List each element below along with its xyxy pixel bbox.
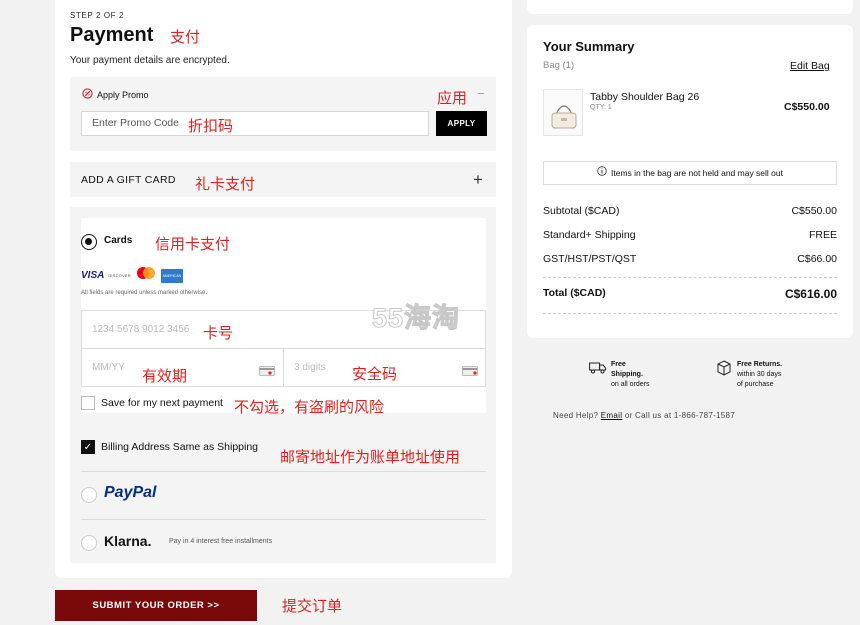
divider: [81, 519, 486, 520]
stock-notice: Items in the bag are not held and may se…: [543, 161, 837, 185]
paypal-logo: PayPal: [104, 484, 156, 502]
cards-radio[interactable]: [81, 234, 97, 250]
discover-logo: DISCOVER: [108, 273, 131, 278]
expand-gift-card-icon[interactable]: +: [473, 170, 483, 190]
page-title: Payment: [70, 24, 154, 46]
free-returns-perk: Free Returns. within 30 days of purchase: [737, 360, 782, 390]
row-value: C$550.00: [791, 205, 837, 217]
summary-row-tax: GST/HST/PST/QST C$66.00: [543, 253, 837, 265]
step-indicator: STEP 2 OF 2: [70, 11, 125, 20]
summary-divider: [543, 313, 837, 314]
card-date-icon: [259, 363, 275, 381]
billing-same-label: Billing Address Same as Shipping: [101, 441, 259, 453]
save-card-checkbox[interactable]: [81, 396, 95, 410]
perk-title: Free: [611, 361, 626, 368]
help-line: Need Help? Email or Call us at 1-866-787…: [553, 411, 735, 420]
watermark: 55海淘: [371, 303, 461, 334]
row-value: FREE: [808, 229, 837, 241]
top-right-card: [527, 0, 853, 14]
promo-header[interactable]: Apply Promo: [82, 88, 149, 101]
annotation-payment: 支付: [170, 28, 201, 46]
gift-card-label: ADD A GIFT CARD: [81, 174, 176, 186]
email-link[interactable]: Email: [601, 411, 623, 420]
summary-row-total: Total ($CAD) C$616.00: [543, 287, 837, 301]
paypal-label: PayPal: [104, 484, 157, 501]
mastercard-logo: [135, 266, 157, 285]
stock-notice-text: Items in the bag are not held and may se…: [611, 168, 783, 178]
card-brand-logos: VISA DISCOVER AMERICAN EXPRESS: [81, 266, 183, 292]
promo-code-input[interactable]: Enter Promo Code: [81, 111, 429, 136]
bag-count: Bag (1): [543, 60, 575, 71]
help-suffix: or Call us at 1-866-787-1587: [622, 411, 736, 420]
help-prefix: Need Help?: [553, 411, 601, 420]
box-icon: [716, 360, 732, 381]
row-value: C$66.00: [797, 253, 837, 265]
perk-note: on all orders: [611, 381, 650, 388]
cards-label: Cards: [104, 235, 133, 246]
summary-divider: [543, 277, 837, 278]
save-card-label: Save for my next payment: [101, 397, 223, 409]
billing-same-checkbox[interactable]: ✓: [81, 440, 95, 454]
klarna-radio[interactable]: [81, 535, 97, 551]
annotation-gift-card: 礼卡支付: [195, 175, 256, 193]
encryption-note: Your payment details are encrypted.: [70, 55, 230, 66]
annotation-card-number: 卡号: [203, 324, 234, 342]
perk-line: within 30 days: [737, 371, 782, 378]
required-fields-note: All fields are required unless marked ot…: [81, 290, 208, 296]
edit-bag-link[interactable]: Edit Bag: [790, 60, 830, 72]
amex-logo: AMERICAN EXPRESS: [160, 268, 183, 292]
annotation-cvv: 安全码: [352, 365, 398, 383]
annotation-expiry: 有效期: [142, 367, 188, 385]
product-thumbnail[interactable]: [543, 89, 583, 136]
klarna-logo: Klarna.: [104, 533, 152, 549]
apply-promo-button[interactable]: APPLY: [436, 111, 487, 136]
promo-label: Apply Promo: [97, 89, 149, 100]
divider: [81, 471, 486, 472]
row-label: GST/HST/PST/QST: [543, 253, 637, 265]
info-icon: [597, 162, 607, 184]
submit-order-button[interactable]: SUBMIT YOUR ORDER >>: [55, 590, 257, 621]
annotation-billing: 邮寄地址作为账单地址使用: [280, 448, 461, 466]
perk-title: Free Returns.: [737, 361, 783, 368]
klarna-note: Pay in 4 interest free installments: [169, 538, 273, 545]
truck-icon: [589, 361, 607, 379]
annotation-credit-card: 信用卡支付: [155, 235, 231, 253]
summary-title: Your Summary: [543, 39, 635, 54]
collapse-promo-icon[interactable]: −: [477, 86, 485, 101]
annotation-apply: 应用: [437, 89, 468, 107]
summary-row-subtotal: Subtotal ($CAD) C$550.00: [543, 205, 837, 217]
annotation-promo-code: 折扣码: [188, 117, 234, 135]
product-name[interactable]: Tabby Shoulder Bag 26: [590, 91, 699, 103]
perk-title-2: Shipping.: [611, 371, 643, 378]
promo-tag-icon: [82, 88, 93, 101]
product-price: C$550.00: [784, 101, 830, 113]
card-cvv-icon: [462, 363, 478, 381]
annotation-save-warning: 不勾选，有盗刷的风险: [234, 398, 385, 416]
row-label: Subtotal ($CAD): [543, 205, 620, 217]
annotation-submit: 提交订单: [282, 597, 343, 615]
billing-same-row[interactable]: ✓ Billing Address Same as Shipping: [81, 440, 258, 454]
total-label: Total ($CAD): [543, 287, 606, 299]
save-card-row[interactable]: Save for my next payment: [81, 396, 223, 410]
product-qty: QTY: 1: [590, 104, 612, 111]
visa-logo: VISA: [81, 270, 105, 281]
perk-line: of purchase: [737, 381, 774, 388]
total-value: C$616.00: [784, 287, 837, 301]
row-label: Standard+ Shipping: [543, 229, 636, 241]
summary-row-shipping: Standard+ Shipping FREE: [543, 229, 837, 241]
paypal-radio[interactable]: [81, 487, 97, 503]
free-shipping-perk: Free Shipping. on all orders: [611, 360, 650, 390]
